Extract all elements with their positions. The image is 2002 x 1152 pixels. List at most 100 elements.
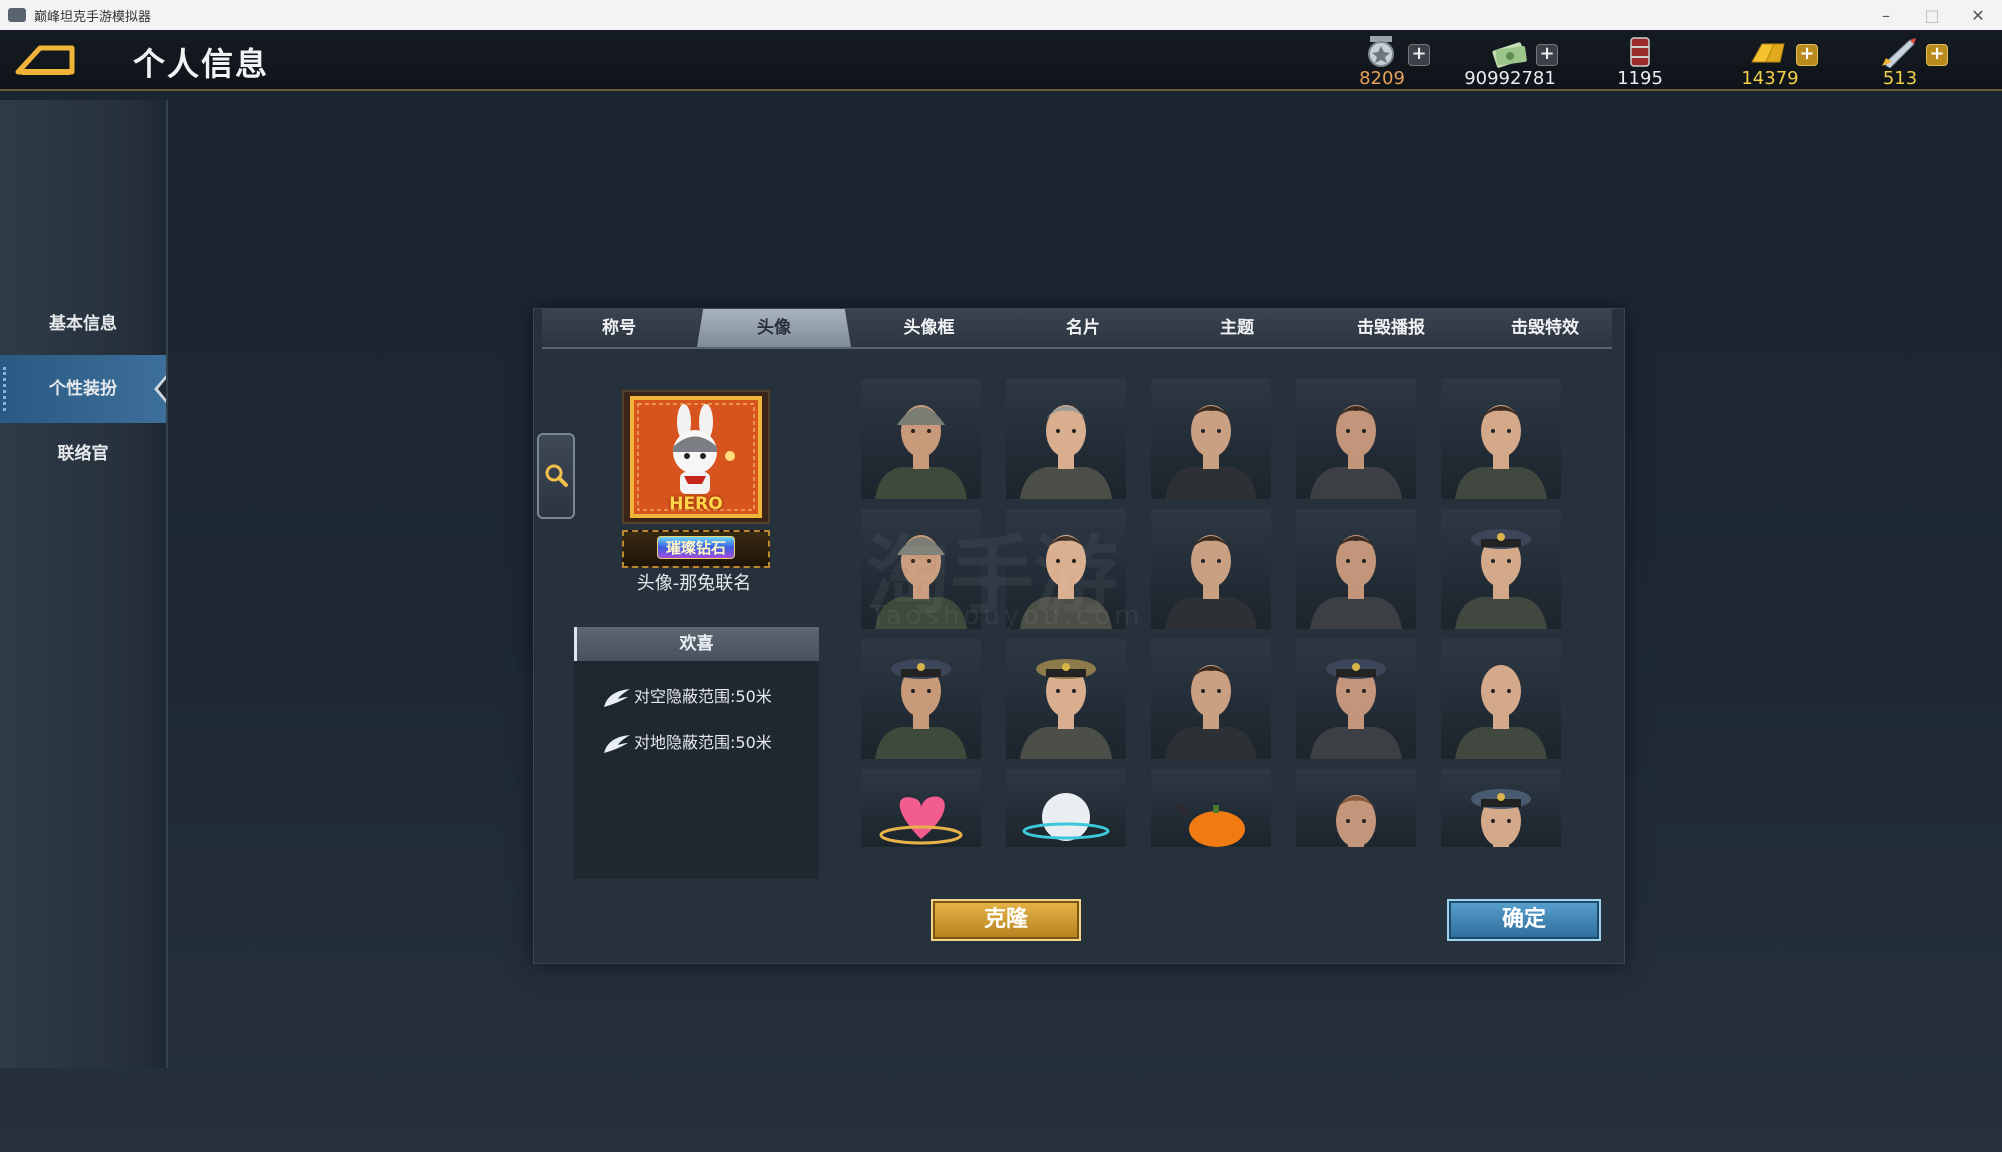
wing-icon [604,734,630,753]
gold-count: 14379 [1741,68,1799,89]
avatar-option-heart-item[interactable] [861,769,981,847]
description-panel: 欢喜 对空隐蔽范围:50米 对地隐蔽范围:50米 [574,627,819,879]
avatar-option-woman-curly-hair[interactable] [1296,769,1416,847]
app-icon [8,8,26,22]
resource-rocket: + 513 [1840,32,1960,90]
portrait-icon [1022,793,1110,841]
avatar-option-officer-gray-hair[interactable] [1006,379,1126,499]
cash-icon [1492,42,1527,68]
avatar-option-general-peaked-cap[interactable] [861,639,981,759]
avatar-option-officer-peaked-cap[interactable] [1441,509,1561,629]
add-rocket-button[interactable]: + [1926,44,1948,66]
portrait-icon [1310,535,1402,629]
close-button[interactable]: ✕ [1956,0,2000,30]
tab-name-card[interactable]: 名片 [1006,309,1160,347]
portrait-icon [1455,405,1547,499]
rank-badge: 璀璨钻石 [622,530,770,568]
sidebar-item-label: 联络官 [57,444,109,464]
search-button[interactable] [537,433,575,519]
portrait-icon [1310,659,1402,759]
sidebar: 基本信息 个性装扮 联络官 [0,100,168,1068]
portrait-icon [1455,529,1547,629]
sidebar-item-customize[interactable]: 个性装扮 [0,355,166,423]
portrait-icon [1165,405,1257,499]
avatar-option-woman-ponytail[interactable] [1151,379,1271,499]
sidebar-item-label: 基本信息 [49,314,117,334]
chevron-inner [158,379,166,399]
attribute-row: 对地隐蔽范围:50米 [602,729,822,757]
medal-count: 8209 [1359,68,1405,89]
search-icon [545,464,568,487]
clone-button[interactable]: 克隆 [931,899,1081,941]
add-medal-button[interactable]: + [1408,44,1430,66]
tab-avatar[interactable]: 头像 [697,309,851,347]
sidebar-item-liaison[interactable]: 联络官 [0,420,166,488]
resource-fuel: 1195 [1580,32,1700,90]
wing-icon [604,688,630,707]
portrait-icon [1171,799,1245,847]
medal-icon [1368,36,1394,67]
avatar-option-young-soldier-2[interactable] [1296,509,1416,629]
gold-bar-icon [1751,43,1785,63]
header-accent [574,627,577,661]
description-header: 欢喜 [574,627,819,661]
attribute-row: 对空隐蔽范围:50米 [602,683,822,711]
rocket-icon [1882,38,1916,68]
portrait-icon [1165,665,1257,759]
add-gold-button[interactable]: + [1796,44,1818,66]
avatar-option-young-officer[interactable] [1296,379,1416,499]
tab-theme[interactable]: 主题 [1160,309,1314,347]
resource-cash: + 90992781 [1450,32,1570,90]
attribute-text: 对地隐蔽范围:50米 [634,733,772,752]
top-header: 个人信息 + 8209 + 90992781 1195 + 14379 + 51… [0,30,2002,91]
tab-bar: 称号 头像 头像框 名片 主题 击毁播报 击毁特效 [542,309,1612,349]
window-titlebar: 巅峰坦克手游模拟器 – □ ✕ [0,0,2002,31]
sidebar-item-label: 个性装扮 [49,379,117,399]
tab-title[interactable]: 称号 [542,309,696,347]
tab-kill-broadcast[interactable]: 击毁播报 [1314,309,1468,347]
portrait-icon [1336,795,1376,847]
avatar-option-young-soldier[interactable] [1151,509,1271,629]
customize-panel: 称号 头像 头像框 名片 主题 击毁播报 击毁特效 HERO 璀璨钻石 头像-那… [533,308,1625,964]
add-cash-button[interactable]: + [1536,44,1558,66]
tab-avatar-frame[interactable]: 头像框 [852,309,1006,347]
watermark-url: Taoshouyou.com [870,601,1144,631]
avatar-option-general-gold-cap[interactable] [1006,639,1126,759]
avatar-option-officer-suit[interactable] [1151,639,1271,759]
window-title: 巅峰坦克手游模拟器 [34,9,152,25]
attribute-text: 对空隐蔽范围:50米 [634,687,772,706]
avatar-option-soldier-helmet[interactable] [861,379,981,499]
tab-kill-effect[interactable]: 击毁特效 [1468,309,1622,347]
portrait-icon [1310,405,1402,499]
avatar-preview: HERO [622,390,770,524]
back-arrow-icon[interactable] [14,42,76,78]
avatar-option-soldier-side-cap[interactable] [1296,639,1416,759]
avatar-option-officer-smiling[interactable] [1441,379,1561,499]
portrait-icon [1020,659,1112,759]
avatar-name: 头像-那兔联名 [636,573,752,594]
portrait-icon [1455,665,1547,759]
portrait-icon [875,405,967,499]
fuel-count: 1195 [1617,68,1663,89]
fuel-barrel-icon [1630,37,1650,67]
portrait-icon [1020,405,1112,499]
rank-badge-label: 璀璨钻石 [656,536,735,559]
cash-count: 90992781 [1464,68,1556,89]
minimize-button[interactable]: – [1864,0,1908,30]
confirm-button[interactable]: 确定 [1447,899,1601,941]
portrait-icon [875,659,967,759]
maximize-button[interactable]: □ [1910,0,1954,30]
resource-gold: + 14379 [1710,32,1830,90]
sidebar-item-basic-info[interactable]: 基本信息 [0,290,166,358]
page-title: 个人信息 [133,45,270,83]
avatar-option-globe-item[interactable] [1006,769,1126,847]
portrait-icon [1165,535,1257,629]
avatar-hero-label: HERO [669,494,723,514]
avatar-option-officer-blue-cap[interactable] [1441,769,1561,847]
avatar-option-pumpkin-item[interactable] [1151,769,1271,847]
active-indicator [3,367,9,411]
resource-medal: + 8209 [1322,32,1442,90]
avatar-option-general-bald[interactable] [1441,639,1561,759]
portrait-icon [879,796,963,845]
rocket-count: 513 [1882,68,1918,89]
